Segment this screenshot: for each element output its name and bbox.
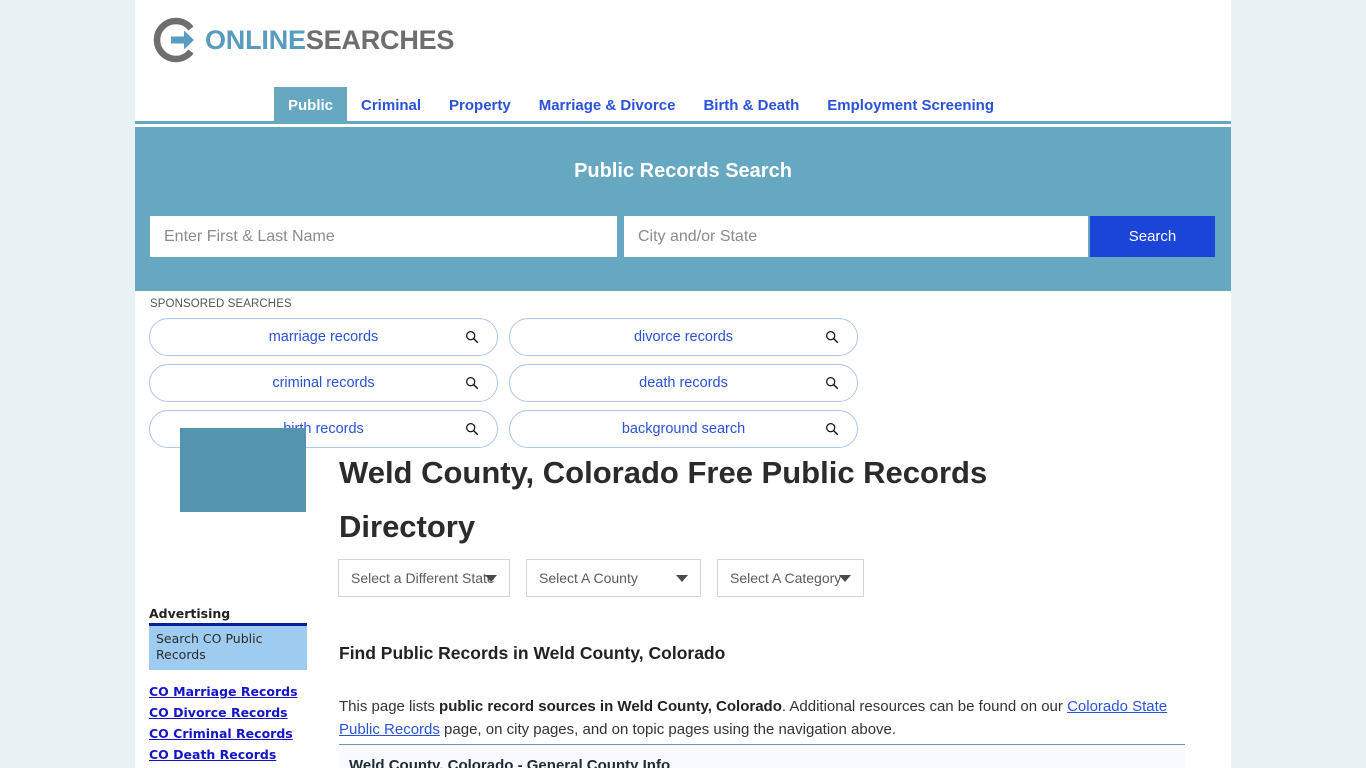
page-container: ONLINESEARCHES Public Criminal Property … [135,0,1231,768]
sponsored-pill-label: death records [639,375,728,391]
link-co-death-records[interactable]: CO Death Records [149,747,307,762]
filter-select-row: Select a Different State Select A County… [338,559,864,597]
logo-online-text: ONLINE [205,24,306,55]
logo-searches-text: SEARCHES [305,24,455,55]
county-thumbnail-image [180,428,306,512]
search-icon [826,331,839,344]
sponsored-pill-death-records[interactable]: death records [509,364,858,402]
sponsored-pill-label: divorce records [633,329,734,345]
sponsored-pill-label: marriage records [268,329,379,345]
search-city-input[interactable] [624,216,1088,257]
search-band-title: Public Records Search [574,160,792,182]
chevron-down-icon [485,575,497,582]
sponsored-pill-criminal-records[interactable]: criminal records [149,364,498,402]
tab-birth-death[interactable]: Birth & Death [689,87,813,124]
search-submit-button[interactable]: Search [1090,216,1215,257]
logo-wordmark: ONLINESEARCHES [205,25,454,56]
search-icon [466,331,479,344]
public-records-search-band: Public Records Search Search [135,127,1231,291]
sponsored-pill-label: criminal records [272,375,375,391]
select-county-label: Select A County [539,570,638,586]
page-title: Weld County, Colorado Free Public Record… [339,454,988,544]
paragraph-bold-sources: public record sources in Weld County, Co… [439,698,782,715]
select-state-label: Select a Different State [351,570,495,586]
advertising-link-list: CO Marriage Records CO Divorce Records C… [149,684,307,768]
sponsored-searches-label: SPONSORED SEARCHES [150,298,292,310]
records-table-header-label: Weld County, Colorado - General County I… [349,757,671,768]
search-icon [466,377,479,390]
sponsored-pill-label: background search [621,421,746,437]
chevron-down-icon [839,575,851,582]
search-icon [826,423,839,436]
tab-employment-screening[interactable]: Employment Screening [813,87,1008,124]
circle-arrow-logo-icon [153,17,194,63]
search-form: Search [150,216,1215,257]
intro-paragraph: This page lists public record sources in… [339,696,1185,741]
sponsored-pill-background-search[interactable]: background search [509,410,858,448]
select-county-dropdown[interactable]: Select A County [526,559,701,597]
tab-criminal[interactable]: Criminal [347,87,435,124]
select-category-label: Select A Category [730,570,842,586]
paragraph-part-2: . Additional resources can be found on o… [781,698,1068,715]
select-state-dropdown[interactable]: Select a Different State [338,559,510,597]
search-icon [826,377,839,390]
search-name-input[interactable] [150,216,617,257]
section-heading: Find Public Records in Weld County, Colo… [339,642,726,663]
advertising-sidebar: Advertising Search CO Public Records CO … [149,606,307,768]
tab-marriage-divorce[interactable]: Marriage & Divorce [525,87,690,124]
sponsored-searches-grid: marriage records divorce records crimina… [149,318,1217,448]
tab-property[interactable]: Property [435,87,525,124]
link-co-criminal-records[interactable]: CO Criminal Records [149,726,307,741]
main-navigation: Public Criminal Property Marriage & Divo… [135,87,1231,124]
tab-public[interactable]: Public [274,87,348,124]
select-category-dropdown[interactable]: Select A Category [717,559,864,597]
sponsored-pill-marriage-records[interactable]: marriage records [149,318,498,356]
chevron-down-icon [676,575,688,582]
sponsored-pill-divorce-records[interactable]: divorce records [509,318,858,356]
paragraph-part-1: This page lists [339,698,440,715]
site-logo[interactable]: ONLINESEARCHES [153,16,454,64]
advertising-label: Advertising [149,606,307,626]
ad-search-co-public-records[interactable]: Search CO Public Records [149,626,307,670]
link-co-divorce-records[interactable]: CO Divorce Records [149,705,307,720]
paragraph-part-3: page, on city pages, and on topic pages … [439,720,897,738]
link-co-marriage-records[interactable]: CO Marriage Records [149,684,307,699]
search-icon [466,423,479,436]
